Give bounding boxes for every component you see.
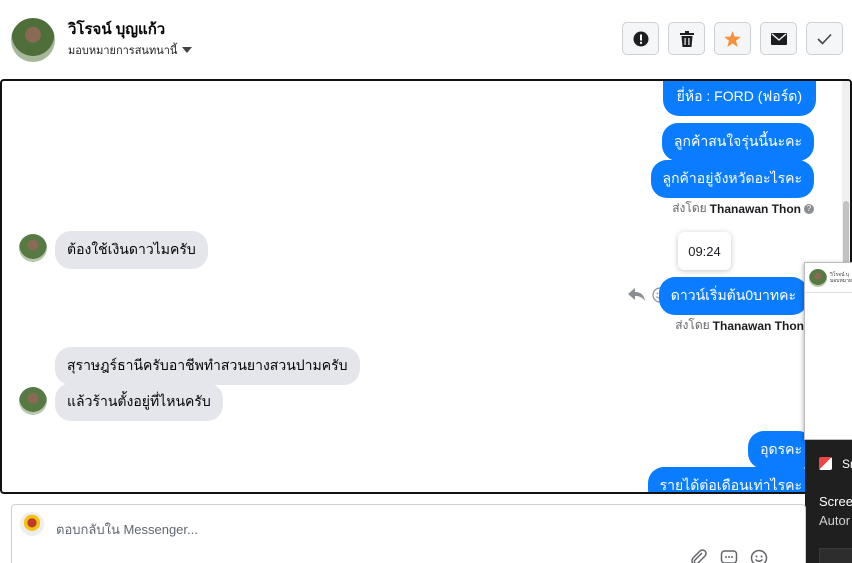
assign-label: มอบหมายการสนทนานี้ (68, 45, 178, 57)
saved-replies-icon[interactable] (720, 549, 738, 563)
sender-name: Thanawan Thon (712, 318, 804, 333)
notification-subtitle: Autor (819, 513, 851, 528)
check-icon (817, 33, 832, 45)
outgoing-message[interactable]: ลูกค้าสนใจรุ่นนี้นะคะ (661, 123, 814, 161)
snipping-tool-icon (819, 457, 832, 470)
outgoing-message[interactable]: ยี่ห้อ : FORD (ฟอร์ด) (662, 81, 816, 116)
sent-by-prefix: ส่งโดย (672, 201, 707, 215)
notification-title: Scree (819, 494, 852, 509)
attachment-icon[interactable] (690, 549, 708, 563)
sent-by-label: ส่งโดย Thanawan Thon (675, 316, 804, 335)
reply-icon[interactable] (628, 288, 646, 302)
contact-mini-avatar[interactable] (19, 234, 47, 262)
system-notification[interactable]: Sn Scree Autor (805, 440, 852, 563)
popup-avatar (809, 268, 827, 287)
incoming-message[interactable]: แล้วร้านตั้งอยู่ที่ไหนครับ (55, 383, 223, 421)
incoming-message[interactable]: ต้องใช้เงินดาวไมครับ (55, 231, 208, 269)
mark-done-button[interactable] (806, 22, 843, 55)
composer-tools (690, 549, 768, 563)
message-thread[interactable]: ยี่ห้อ : FORD (ฟอร์ด) ลูกค้าสนใจรุ่นนี้น… (0, 79, 852, 494)
popup-assign-label: มอบหมาย (830, 277, 852, 284)
conversation-header: วิโรจน์ บุญแก้ว มอบหมายการสนทนานี้ (0, 0, 852, 78)
conversation-actions (622, 22, 843, 55)
emoji-icon[interactable] (750, 549, 768, 563)
sent-by-label: ส่งโดย Thanawan Thon ? (672, 199, 814, 218)
incoming-message[interactable]: สุราษฎร์ธานีครับอาชีพทำสวนยางสวนปามครับ (55, 347, 360, 385)
mark-spam-button[interactable] (622, 22, 659, 55)
reply-composer[interactable]: ตอบกลับใน Messenger... (11, 504, 806, 563)
chat-popup-window[interactable]: วิโรจน์ บุ มอบหมาย (804, 262, 852, 440)
notification-action-button[interactable] (819, 548, 852, 563)
notification-app-name: Sn (842, 457, 852, 471)
page-avatar (20, 512, 44, 536)
delete-button[interactable] (668, 22, 705, 55)
envelope-icon (770, 32, 787, 45)
outgoing-message[interactable]: รายได้ต่อเดือนเท่าไรคะ (647, 467, 814, 492)
contact-name[interactable]: วิโรจน์ บุญแก้ว (68, 17, 165, 41)
exclamation-icon (633, 31, 648, 46)
star-icon (724, 30, 741, 47)
outgoing-message[interactable]: ลูกค้าอยู่จังหวัดอะไรคะ (650, 160, 814, 198)
sent-by-prefix: ส่งโดย (675, 318, 710, 332)
contact-avatar[interactable] (11, 18, 55, 62)
trash-icon (679, 30, 694, 47)
sender-name: Thanawan Thon (709, 201, 801, 216)
timestamp-tooltip: 09:24 (678, 232, 731, 270)
outgoing-message[interactable]: ดาวน์เริ่มต้น0บาทคะ (658, 277, 808, 315)
reply-input[interactable]: ตอบกลับใน Messenger... (56, 519, 198, 540)
star-button[interactable] (714, 22, 751, 55)
scrollbar-thumb[interactable] (843, 201, 849, 271)
assign-conversation-dropdown[interactable]: มอบหมายการสนทนานี้ (68, 41, 193, 59)
question-icon[interactable]: ? (804, 203, 814, 214)
contact-mini-avatar[interactable] (19, 387, 47, 415)
caret-down-icon (182, 47, 193, 53)
mark-unread-button[interactable] (760, 22, 797, 55)
popup-contact-name: วิโรจน์ บุ (830, 271, 850, 278)
popup-header: วิโรจน์ บุ มอบหมาย (805, 263, 852, 293)
